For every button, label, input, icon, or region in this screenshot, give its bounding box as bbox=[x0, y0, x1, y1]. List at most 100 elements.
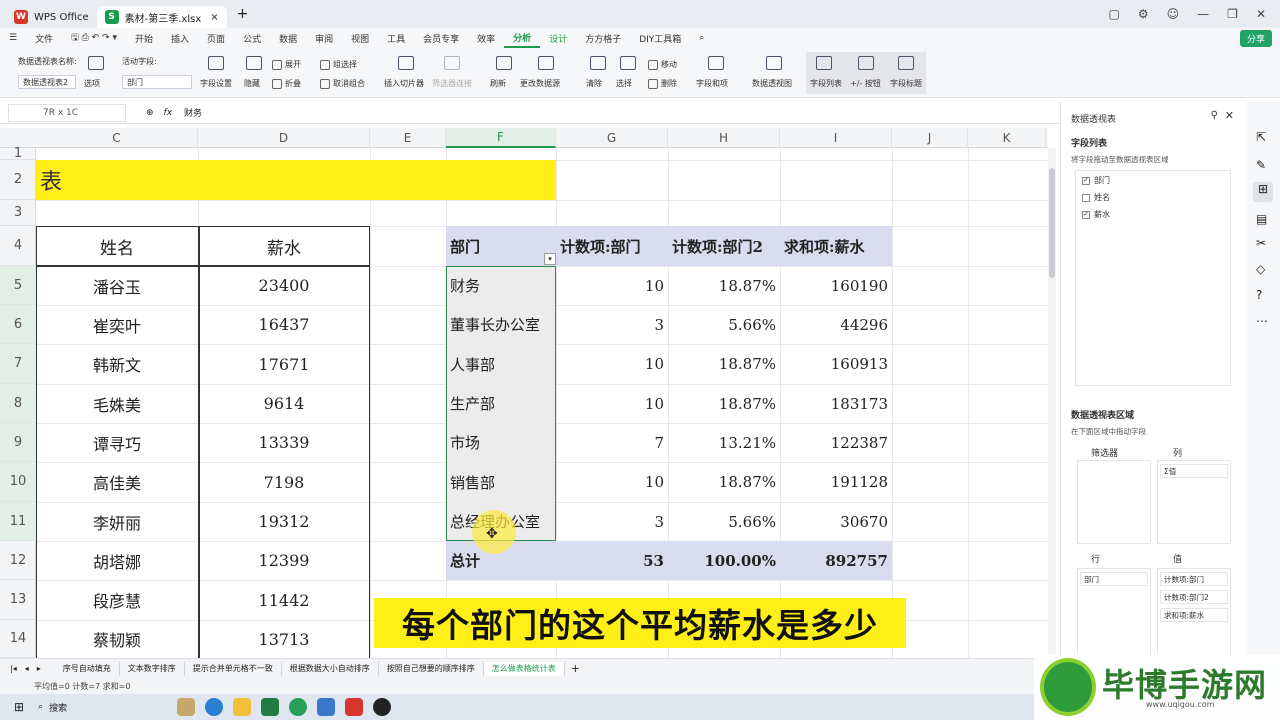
close-window-icon[interactable]: ✕ bbox=[1256, 7, 1266, 21]
col-header[interactable]: D bbox=[198, 128, 370, 148]
row-header[interactable]: 6 bbox=[0, 305, 36, 344]
new-tab-button[interactable]: + bbox=[237, 6, 249, 22]
collapse-button[interactable]: 折叠 bbox=[272, 78, 301, 89]
menu-view[interactable]: 视图 bbox=[342, 28, 378, 48]
row-header[interactable]: 12 bbox=[0, 541, 36, 580]
pivot-value-cell[interactable]: 18.87% bbox=[668, 384, 780, 423]
col-header[interactable]: J bbox=[892, 128, 968, 148]
hide-button[interactable]: 隐藏 bbox=[244, 78, 260, 89]
more-icon[interactable]: ⋯ bbox=[1256, 314, 1268, 328]
menu-member[interactable]: 会员专享 bbox=[414, 28, 468, 48]
pivot-total-cell[interactable]: 100.00% bbox=[668, 541, 780, 580]
table-cell-name[interactable]: 李妍丽 bbox=[36, 502, 198, 541]
pivot-value-cell[interactable]: 18.87% bbox=[668, 266, 780, 305]
chart-icon[interactable]: ▤ bbox=[1256, 212, 1267, 226]
pivot-value-cell[interactable]: 18.87% bbox=[668, 462, 780, 502]
row-header[interactable]: 4 bbox=[0, 226, 36, 266]
table-cell-name[interactable]: 谭寻巧 bbox=[36, 423, 198, 462]
pivot-value-cell[interactable]: 10 bbox=[556, 462, 668, 502]
row-header[interactable]: 5 bbox=[0, 266, 36, 305]
filter-zone[interactable] bbox=[1077, 460, 1151, 544]
close-icon[interactable]: × bbox=[210, 12, 218, 23]
field-headers-button[interactable]: 字段标题 bbox=[890, 78, 922, 89]
pivot-value-cell[interactable]: 7 bbox=[556, 423, 668, 462]
col-header[interactable]: E bbox=[370, 128, 446, 148]
sheet-tab-active[interactable]: 怎么做表格统计表 bbox=[483, 661, 565, 676]
table-cell-name[interactable]: 潘谷玉 bbox=[36, 266, 198, 305]
menu-file[interactable]: 文件 bbox=[26, 28, 62, 48]
menu-fangfang[interactable]: 方方格子 bbox=[576, 28, 630, 48]
insert-slicer-button[interactable]: 插入切片器 bbox=[384, 78, 424, 89]
pivot-row-label[interactable]: 财务 bbox=[446, 266, 556, 305]
zoom-icon[interactable]: ⊕ bbox=[146, 108, 154, 118]
menu-data[interactable]: 数据 bbox=[270, 28, 306, 48]
first-sheet-icon[interactable]: |◂ bbox=[10, 664, 17, 673]
table-cell-salary[interactable]: 9614 bbox=[198, 384, 370, 423]
next-sheet-icon[interactable]: ▸ bbox=[37, 664, 41, 673]
pivot-value-cell[interactable]: 122387 bbox=[780, 423, 892, 462]
table-cell-salary[interactable]: 19312 bbox=[198, 502, 370, 541]
pivot-value-cell[interactable]: 5.66% bbox=[668, 305, 780, 344]
start-icon[interactable]: ⊞ bbox=[14, 700, 24, 714]
column-zone[interactable]: Σ值 bbox=[1157, 460, 1231, 544]
table-cell-name[interactable]: 韩新文 bbox=[36, 344, 198, 384]
row-header[interactable]: 9 bbox=[0, 423, 36, 462]
value-item[interactable]: 求和项:薪水 bbox=[1160, 608, 1228, 622]
checkbox-checked-icon[interactable]: ✓ bbox=[1082, 176, 1090, 185]
folder-icon[interactable] bbox=[233, 698, 252, 716]
table-cell-salary[interactable]: 13713 bbox=[198, 620, 370, 658]
menu-diy[interactable]: DIY工具箱 bbox=[630, 28, 690, 48]
app-icon[interactable] bbox=[289, 698, 308, 716]
title-cell[interactable]: 表 bbox=[40, 160, 62, 200]
pivot-row-label[interactable]: 人事部 bbox=[446, 344, 556, 384]
change-source-button[interactable]: 更改数据源 bbox=[520, 78, 560, 89]
row-header[interactable]: 13 bbox=[0, 580, 36, 620]
pivot-value-cell[interactable]: 44296 bbox=[780, 305, 892, 344]
avatar[interactable]: ☺ bbox=[1167, 7, 1180, 21]
delete-button[interactable]: 删除 bbox=[648, 78, 677, 89]
pivot-header-cell[interactable]: 求和项:薪水 bbox=[780, 226, 892, 266]
table-cell-name[interactable]: 毛姝美 bbox=[36, 384, 198, 423]
pivot-value-cell[interactable]: 160913 bbox=[780, 344, 892, 384]
layout-icon[interactable]: ▢ bbox=[1109, 7, 1120, 21]
select-button[interactable]: 选择 bbox=[616, 78, 632, 89]
expand-button[interactable]: 展开 bbox=[272, 59, 301, 70]
menu-formula[interactable]: 公式 bbox=[234, 28, 270, 48]
field-item[interactable]: ✓ 部门 bbox=[1082, 175, 1110, 186]
table-cell-name[interactable]: 高佳美 bbox=[36, 462, 198, 502]
style-icon[interactable]: ✎ bbox=[1256, 158, 1266, 172]
row-item[interactable]: 部门 bbox=[1080, 572, 1148, 586]
share-button[interactable]: 分享 bbox=[1239, 29, 1272, 47]
scrollbar-thumb[interactable] bbox=[1049, 168, 1055, 278]
table-cell-name[interactable]: 胡塔娜 bbox=[36, 541, 198, 580]
field-item[interactable]: ✓ 薪水 bbox=[1082, 209, 1110, 220]
menu-insert[interactable]: 插入 bbox=[162, 28, 198, 48]
field-list-button[interactable]: 字段列表 bbox=[810, 78, 842, 89]
sheet-tab[interactable]: 文本数字排序 bbox=[120, 661, 185, 676]
menu-tools[interactable]: 工具 bbox=[378, 28, 414, 48]
close-panel-icon[interactable]: ✕ bbox=[1225, 109, 1234, 122]
pivot-header-cell[interactable]: 部门 bbox=[446, 226, 556, 266]
sheet-tab[interactable]: 提示合并单元格不一致 bbox=[185, 661, 282, 676]
row-header[interactable]: 11 bbox=[0, 502, 36, 541]
pivot-row-label[interactable]: 生产部 bbox=[446, 384, 556, 423]
pivot-chart-button[interactable]: 数据透视图 bbox=[752, 78, 792, 89]
pivot-value-cell[interactable]: 30670 bbox=[780, 502, 892, 541]
pivot-total-cell[interactable]: 53 bbox=[556, 541, 668, 580]
minimize-icon[interactable]: — bbox=[1197, 7, 1209, 21]
search-icon[interactable]: ⌕ bbox=[690, 28, 713, 48]
recorder-icon[interactable] bbox=[373, 698, 392, 716]
col-header[interactable]: K bbox=[968, 128, 1046, 148]
shape-icon[interactable]: ◇ bbox=[1256, 262, 1265, 276]
sheet-tab[interactable]: 序号自动填充 bbox=[55, 661, 120, 676]
pivot-value-cell[interactable]: 183173 bbox=[780, 384, 892, 423]
pivot-value-cell[interactable]: 5.66% bbox=[668, 502, 780, 541]
pivot-row-label[interactable]: 销售部 bbox=[446, 462, 556, 502]
fields-items-button[interactable]: 字段和项 bbox=[696, 78, 728, 89]
settings-icon[interactable]: ⚙ bbox=[1138, 7, 1149, 21]
value-item[interactable]: 计数项:部门2 bbox=[1160, 590, 1228, 604]
col-header[interactable]: F bbox=[446, 128, 556, 148]
pivot-value-cell[interactable]: 191128 bbox=[780, 462, 892, 502]
table-cell-salary[interactable]: 23400 bbox=[198, 266, 370, 305]
pivot-value-cell[interactable]: 10 bbox=[556, 344, 668, 384]
